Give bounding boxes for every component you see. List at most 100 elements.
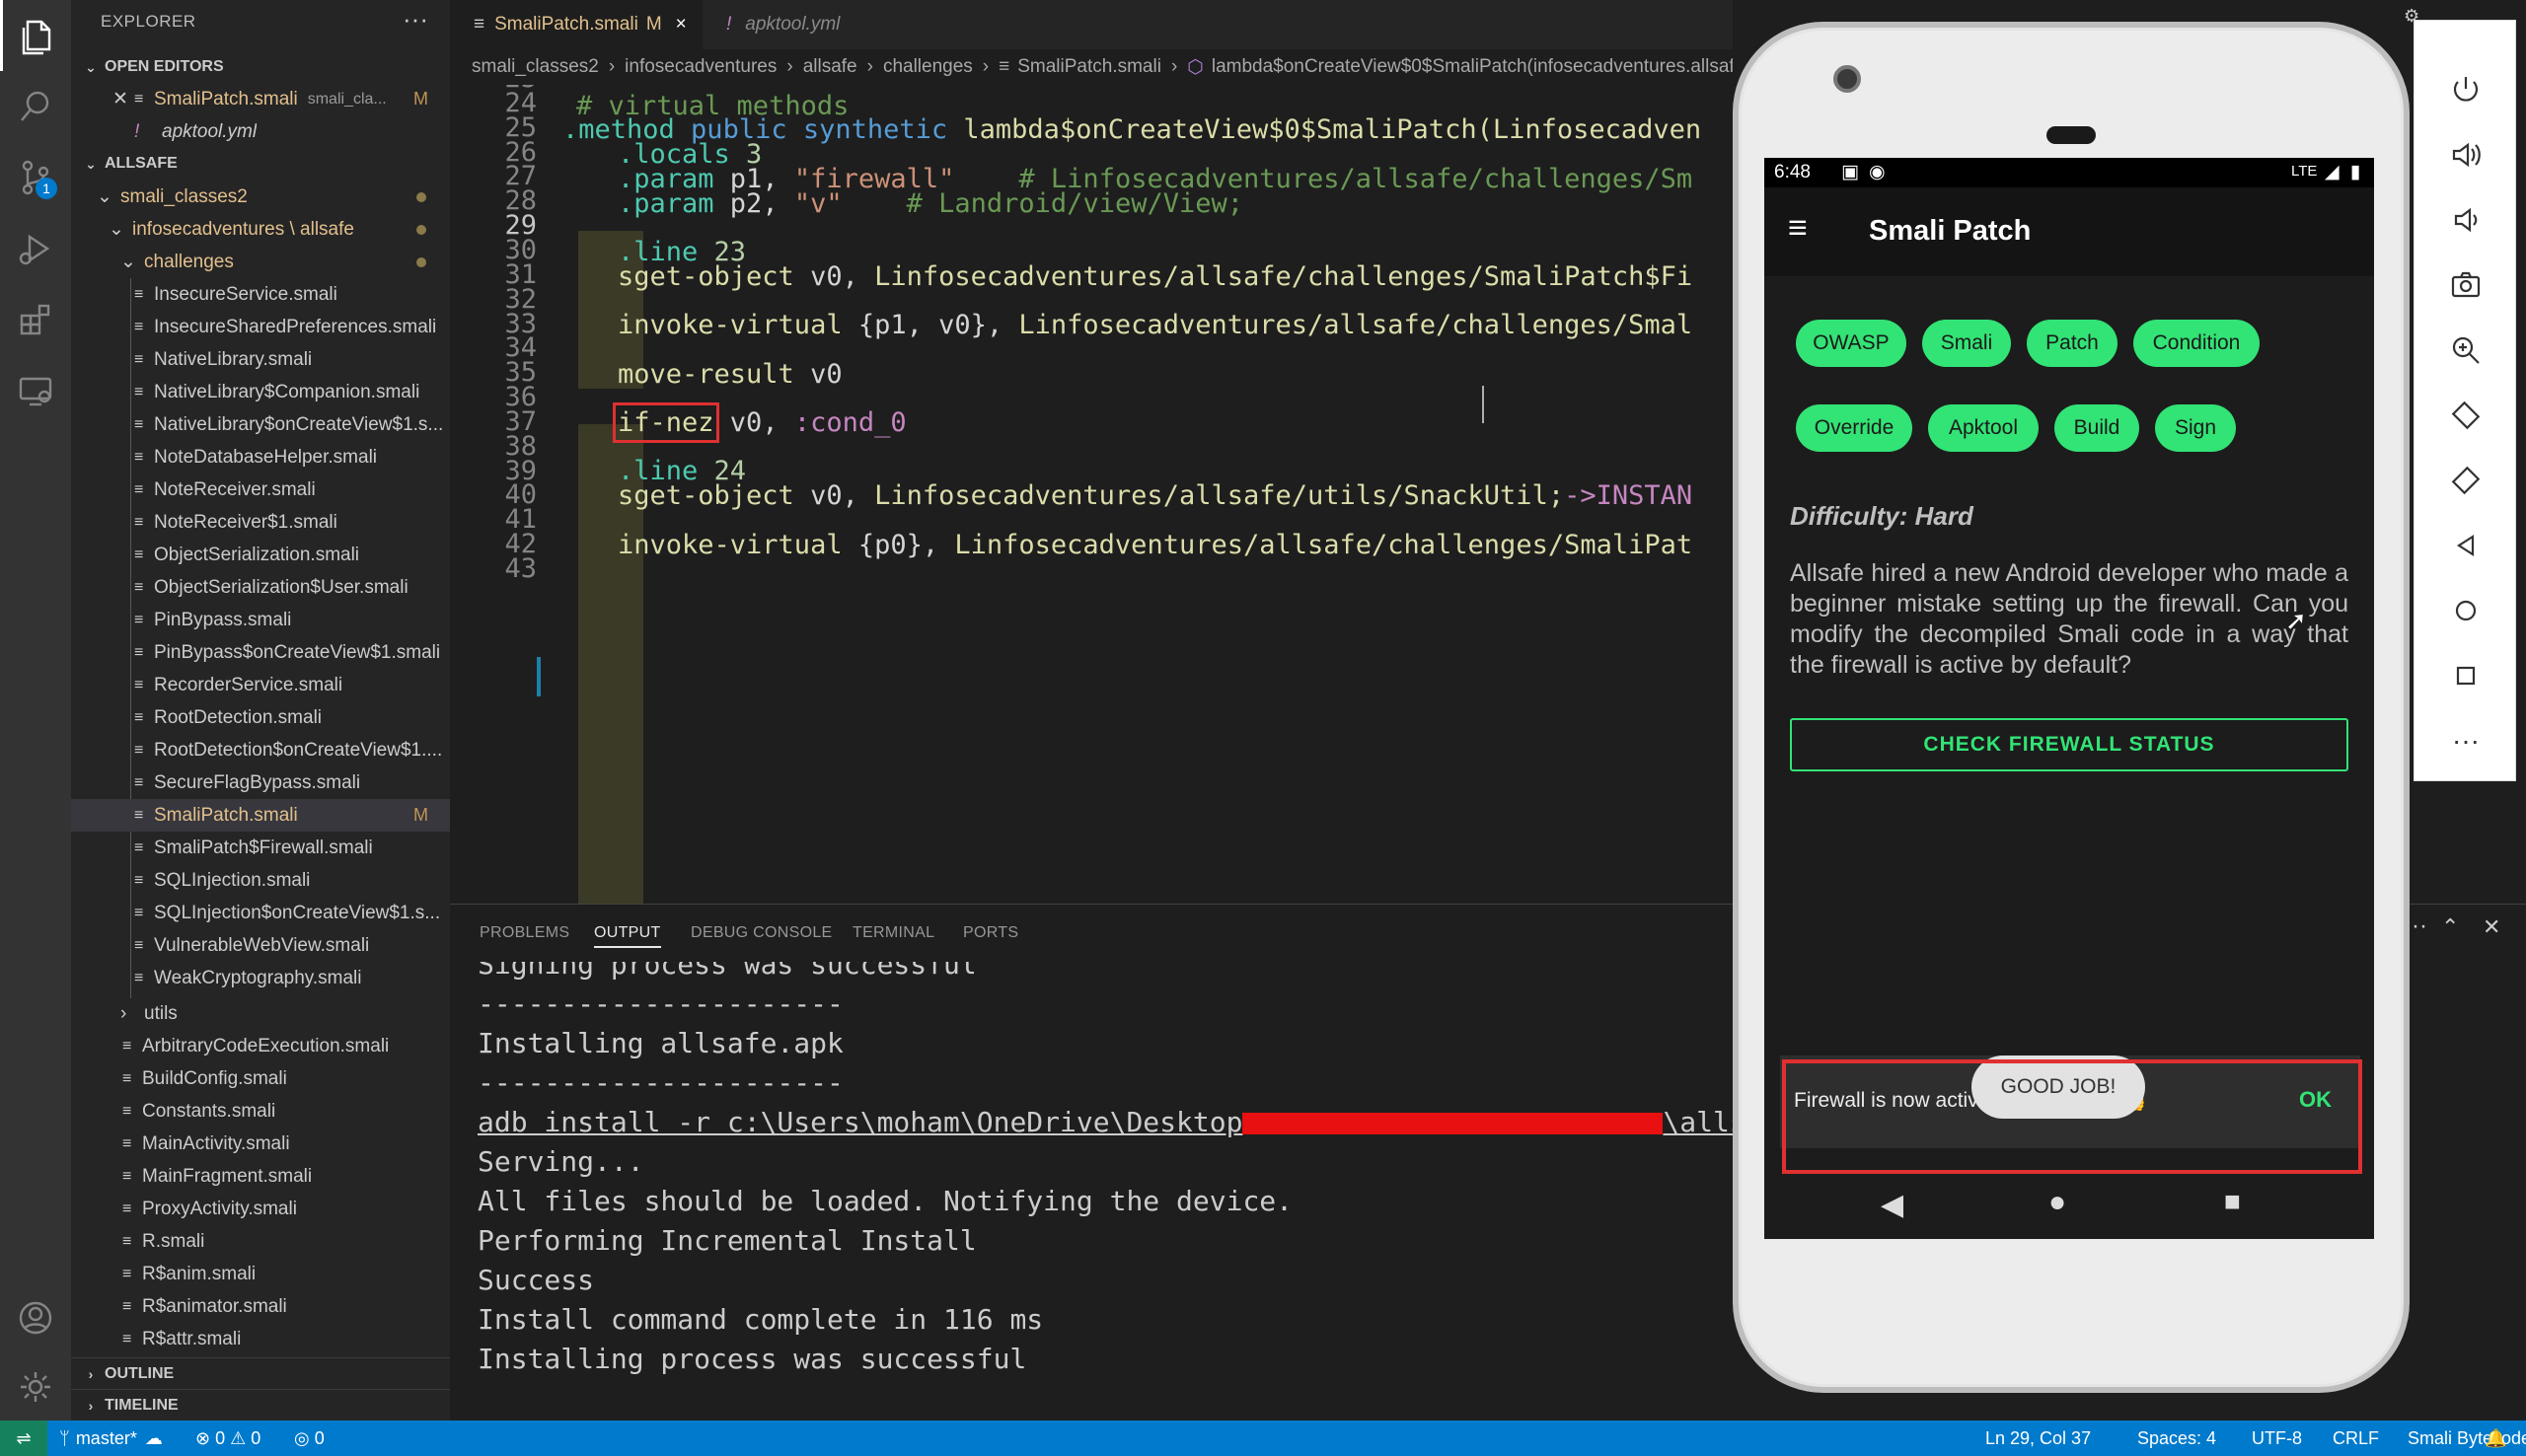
tab-apktool[interactable]: ! apktool.yml xyxy=(703,0,900,49)
rotate-left-icon[interactable] xyxy=(2415,386,2517,445)
file-item[interactable]: ≡ ObjectSerialization.smali xyxy=(71,539,450,571)
remote-indicator-icon[interactable]: ⇌ xyxy=(0,1420,47,1456)
settings-gear-icon[interactable] xyxy=(0,1351,71,1422)
check-firewall-button[interactable]: CHECK FIREWALL STATUS xyxy=(1790,718,2348,771)
file-item[interactable]: ≡ MainActivity.smali xyxy=(71,1128,450,1160)
encoding[interactable]: UTF-8 xyxy=(2252,1420,2302,1456)
file-item[interactable]: ≡ ProxyActivity.smali xyxy=(71,1193,450,1225)
file-item[interactable]: ≡ NativeLibrary.smali xyxy=(71,343,450,376)
breadcrumb-item[interactable]: infosecadventures xyxy=(625,56,777,78)
file-item[interactable]: ≡ NativeLibrary$onCreateView$1.s... xyxy=(71,408,450,441)
file-item[interactable]: ≡ RootDetection.smali xyxy=(71,701,450,734)
breadcrumb-item[interactable]: SmaliPatch.smali xyxy=(1017,56,1161,78)
file-item[interactable]: ≡ R$attr.smali xyxy=(71,1323,450,1355)
hamburger-menu-icon[interactable]: ≡ xyxy=(1788,209,1808,248)
chip-sign[interactable]: Sign xyxy=(2155,404,2236,452)
file-item[interactable]: ≡ R.smali xyxy=(71,1225,450,1258)
close-tab-icon[interactable]: × xyxy=(676,14,687,36)
chip-condition[interactable]: Condition xyxy=(2133,320,2260,367)
remote-explorer-icon[interactable] xyxy=(0,355,71,426)
back-icon[interactable]: ◀ xyxy=(1881,1188,1903,1222)
file-item[interactable]: ≡ MainFragment.smali xyxy=(71,1160,450,1193)
chip-override[interactable]: Override xyxy=(1796,404,1912,452)
more-icon[interactable]: ··· xyxy=(2415,711,2517,770)
file-item[interactable]: ≡ ArbitraryCodeExecution.smali xyxy=(71,1030,450,1062)
file-item[interactable]: ≡ RootDetection$onCreateView$1.... xyxy=(71,734,450,766)
home-icon[interactable]: ● xyxy=(2048,1186,2066,1219)
run-debug-icon[interactable] xyxy=(0,213,71,284)
chip-build[interactable]: Build xyxy=(2054,404,2139,452)
file-item[interactable]: ≡ R$animator.smali xyxy=(71,1290,450,1323)
notifications-bell-icon[interactable]: 🔔 xyxy=(2485,1420,2506,1456)
folder-item[interactable]: ⌄ infosecadventures \ allsafe xyxy=(71,213,450,246)
file-item[interactable]: ≡ InsecureService.smali xyxy=(71,278,450,311)
folder-item[interactable]: ⌄ smali_classes2 xyxy=(71,181,450,213)
panel-tab-terminal[interactable]: TERMINAL xyxy=(853,924,934,942)
chip-patch[interactable]: Patch xyxy=(2027,320,2117,367)
project-section[interactable]: ⌄ ALLSAFE xyxy=(71,148,450,180)
panel-tab-output[interactable]: OUTPUT xyxy=(594,924,661,948)
overview-square-icon[interactable] xyxy=(2415,646,2517,705)
file-item[interactable]: ≡ NoteDatabaseHelper.smali xyxy=(71,441,450,473)
problems-indicator[interactable]: ⊗ 0 ⚠ 0 xyxy=(195,1420,260,1456)
code-editor[interactable]: 2324252627282930313233343536373839404142… xyxy=(450,85,1733,904)
branch-indicator[interactable]: ᛘ master* ☁ xyxy=(59,1420,163,1456)
open-editors-section[interactable]: ⌄ OPEN EDITORS xyxy=(71,51,450,83)
ports-indicator[interactable]: ◎ 0 xyxy=(294,1420,325,1456)
source-control-icon[interactable]: 1 xyxy=(0,142,71,213)
back-triangle-icon[interactable] xyxy=(2415,516,2517,575)
folder-item[interactable]: ⌄ challenges xyxy=(71,246,450,278)
breadcrumb-item[interactable]: lambda$onCreateView$0$SmaliPatch(infosec… xyxy=(1212,56,1733,78)
timeline-section[interactable]: › TIMELINE xyxy=(71,1389,450,1420)
zoom-icon[interactable] xyxy=(2415,321,2517,380)
file-item[interactable]: ≡ SQLInjection.smali xyxy=(71,864,450,897)
file-item[interactable]: ≡ BuildConfig.smali xyxy=(71,1062,450,1095)
explorer-more-icon[interactable]: ··· xyxy=(403,4,428,35)
camera-icon[interactable] xyxy=(2415,255,2517,315)
breadcrumb-item[interactable]: allsafe xyxy=(803,56,857,78)
line-endings[interactable]: CRLF xyxy=(2333,1420,2379,1456)
chip-apktool[interactable]: Apktool xyxy=(1928,404,2039,452)
cursor-position[interactable]: Ln 29, Col 37 xyxy=(1985,1420,2091,1456)
open-editor-item[interactable]: ✕ ≡ SmaliPatch.smali smali_cla... M xyxy=(71,83,450,115)
close-icon[interactable]: ✕ xyxy=(107,88,134,110)
breadcrumb-item[interactable]: smali_classes2 xyxy=(472,56,599,78)
volume-down-icon[interactable] xyxy=(2415,190,2517,250)
breadcrumb-item[interactable]: challenges xyxy=(883,56,973,78)
account-icon[interactable] xyxy=(0,1282,71,1353)
panel-tab-ports[interactable]: PORTS xyxy=(963,924,1018,942)
outline-section[interactable]: › OUTLINE xyxy=(71,1357,450,1389)
folder-item[interactable]: › utils xyxy=(71,997,450,1030)
file-item[interactable]: ≡ Constants.smali xyxy=(71,1095,450,1128)
file-item[interactable]: ≡ InsecureSharedPreferences.smali xyxy=(71,311,450,343)
file-item[interactable]: ≡ SmaliPatch.smali M xyxy=(71,799,450,832)
file-item[interactable]: ≡ NoteReceiver$1.smali xyxy=(71,506,450,539)
file-item[interactable]: ≡ PinBypass.smali xyxy=(71,604,450,636)
extensions-icon[interactable] xyxy=(0,284,71,355)
open-editor-item[interactable]: ! apktool.yml xyxy=(71,115,450,148)
file-item[interactable]: ≡ PinBypass$onCreateView$1.smali xyxy=(71,636,450,669)
indentation[interactable]: Spaces: 4 xyxy=(2137,1420,2216,1456)
tab-smalipatch[interactable]: ≡ SmaliPatch.smali M × xyxy=(450,0,703,49)
power-icon[interactable] xyxy=(2415,60,2517,119)
maximize-panel-icon[interactable]: ⌃ xyxy=(2441,914,2459,940)
explorer-icon[interactable] xyxy=(0,0,71,71)
file-item[interactable]: ≡ ObjectSerialization$User.smali xyxy=(71,571,450,604)
recents-icon[interactable]: ■ xyxy=(2224,1186,2241,1217)
close-panel-icon[interactable]: ✕ xyxy=(2483,914,2500,940)
file-item[interactable]: ≡ R$anim.smali xyxy=(71,1258,450,1290)
file-item[interactable]: ≡ NoteReceiver.smali xyxy=(71,473,450,506)
chip-owasp[interactable]: OWASP xyxy=(1796,320,1906,367)
search-icon[interactable] xyxy=(0,71,71,142)
file-item[interactable]: ≡ RecorderService.smali xyxy=(71,669,450,701)
panel-tab-problems[interactable]: PROBLEMS xyxy=(480,924,569,942)
rotate-right-icon[interactable] xyxy=(2415,451,2517,510)
file-item[interactable]: ≡ WeakCryptography.smali xyxy=(71,962,450,994)
panel-tab-debug-console[interactable]: DEBUG CONSOLE xyxy=(691,924,833,942)
file-item[interactable]: ≡ SmaliPatch$Firewall.smali xyxy=(71,832,450,864)
volume-up-icon[interactable] xyxy=(2415,125,2517,184)
language-mode[interactable]: Smali Bytecode xyxy=(2408,1420,2526,1456)
file-item[interactable]: ≡ SQLInjection$onCreateView$1.s... xyxy=(71,897,450,929)
chip-smali[interactable]: Smali xyxy=(1922,320,2011,367)
home-circle-icon[interactable] xyxy=(2415,581,2517,640)
